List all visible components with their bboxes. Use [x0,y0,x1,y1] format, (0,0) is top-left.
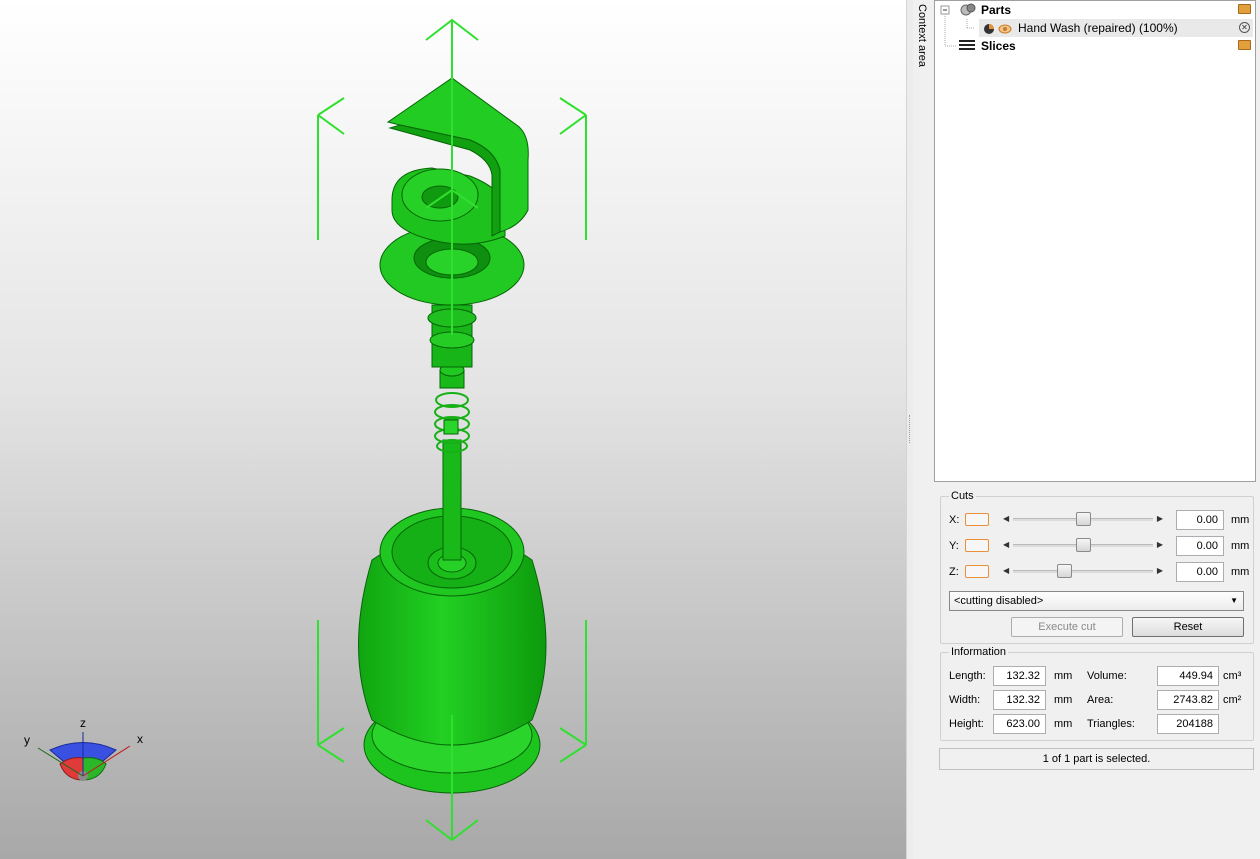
slider-right-arrow-icon[interactable]: ▶ [1157,514,1163,523]
slider-thumb[interactable] [1075,538,1091,552]
part-item-label: Hand Wash (repaired) (100%) [1018,21,1178,35]
cut-y-unit: mm [1231,540,1250,552]
cut-z-input[interactable]: 0.00 [1176,562,1224,582]
slider-left-arrow-icon[interactable]: ◀ [1003,514,1009,523]
cut-y-color-swatch[interactable] [965,539,989,552]
open-folder-icon[interactable] [1238,4,1251,14]
area-value: 2743.82 [1157,690,1219,710]
parts-tree[interactable]: Parts Hand Wash (repaired) (100%) ✕ Slic… [934,0,1256,482]
cut-y-label: Y: [949,540,959,552]
open-folder-icon[interactable] [1238,40,1251,50]
triangles-value: 204188 [1157,714,1219,734]
reset-button[interactable]: Reset [1132,617,1244,637]
length-unit: mm [1054,670,1073,682]
cut-x-color-swatch[interactable] [965,513,989,526]
cut-y-input[interactable]: 0.00 [1176,536,1224,556]
height-unit: mm [1054,718,1073,730]
axis-label-y: y [24,733,30,747]
parts-label: Parts [981,3,1012,17]
slider-thumb[interactable] [1075,512,1091,526]
volume-unit: cm³ [1223,670,1242,682]
height-value: 623.00 [993,714,1046,734]
slider-thumb[interactable] [1056,564,1072,578]
3d-viewport[interactable]: z y x [0,0,906,859]
tree-node-slices[interactable]: Slices [935,37,1253,55]
selection-status: 1 of 1 part is selected. [939,748,1254,770]
tree-node-parts[interactable]: Parts [935,1,1253,19]
cutting-mode-select[interactable]: <cutting disabled> ▼ [949,591,1244,611]
axis-label-z: z [80,716,86,730]
information-group: Information Length: 132.32 mm Volume: 44… [940,646,1254,741]
volume-value: 449.94 [1157,666,1219,686]
cut-z-label: Z: [949,566,959,578]
part-visibility-icons[interactable] [983,21,1015,35]
cuts-title: Cuts [949,490,976,502]
width-label: Width: [949,694,981,706]
cut-z-unit: mm [1231,566,1250,578]
chevron-down-icon[interactable]: ▼ [1230,592,1238,610]
area-label: Area: [1087,694,1114,706]
cuts-group: Cuts X: ◀ ▶ 0.00 mm Y: ◀ ▶ 0.00 mm Z: ◀ … [940,490,1254,644]
slider-left-arrow-icon[interactable]: ◀ [1003,540,1009,549]
cut-y-slider[interactable]: ◀ ▶ [999,537,1167,553]
volume-label: Volume: [1087,670,1127,682]
cut-x-slider[interactable]: ◀ ▶ [999,511,1167,527]
width-unit: mm [1054,694,1073,706]
model-render[interactable]: z y x [0,0,906,859]
width-value: 132.32 [993,690,1046,710]
tree-node-part-item[interactable]: Hand Wash (repaired) (100%) ✕ [979,19,1253,37]
cutting-mode-value: <cutting disabled> [954,595,1044,607]
parts-icon [960,3,976,16]
triangles-label: Triangles: [1087,718,1135,730]
axis-gizmo[interactable] [37,732,131,781]
slider-left-arrow-icon[interactable]: ◀ [1003,566,1009,575]
slider-right-arrow-icon[interactable]: ▶ [1157,566,1163,575]
length-value: 132.32 [993,666,1046,686]
properties-panel: Cuts X: ◀ ▶ 0.00 mm Y: ◀ ▶ 0.00 mm Z: ◀ … [934,483,1260,859]
slices-label: Slices [981,39,1016,53]
cut-x-unit: mm [1231,514,1250,526]
context-area-tab[interactable]: Context area [913,0,934,859]
slider-right-arrow-icon[interactable]: ▶ [1157,540,1163,549]
cut-x-label: X: [949,514,960,526]
remove-part-icon[interactable]: ✕ [1239,22,1250,33]
height-label: Height: [949,718,984,730]
information-title: Information [949,646,1009,658]
slices-icon [959,40,975,50]
area-unit: cm² [1223,694,1242,706]
axis-label-x: x [137,732,143,746]
context-area-label: Context area [916,4,928,67]
cut-z-slider[interactable]: ◀ ▶ [999,563,1167,579]
execute-cut-button[interactable]: Execute cut [1011,617,1123,637]
splitter-grip[interactable] [909,415,912,443]
length-label: Length: [949,670,986,682]
cut-z-color-swatch[interactable] [965,565,989,578]
cut-x-input[interactable]: 0.00 [1176,510,1224,530]
slider-track[interactable] [1013,570,1153,573]
